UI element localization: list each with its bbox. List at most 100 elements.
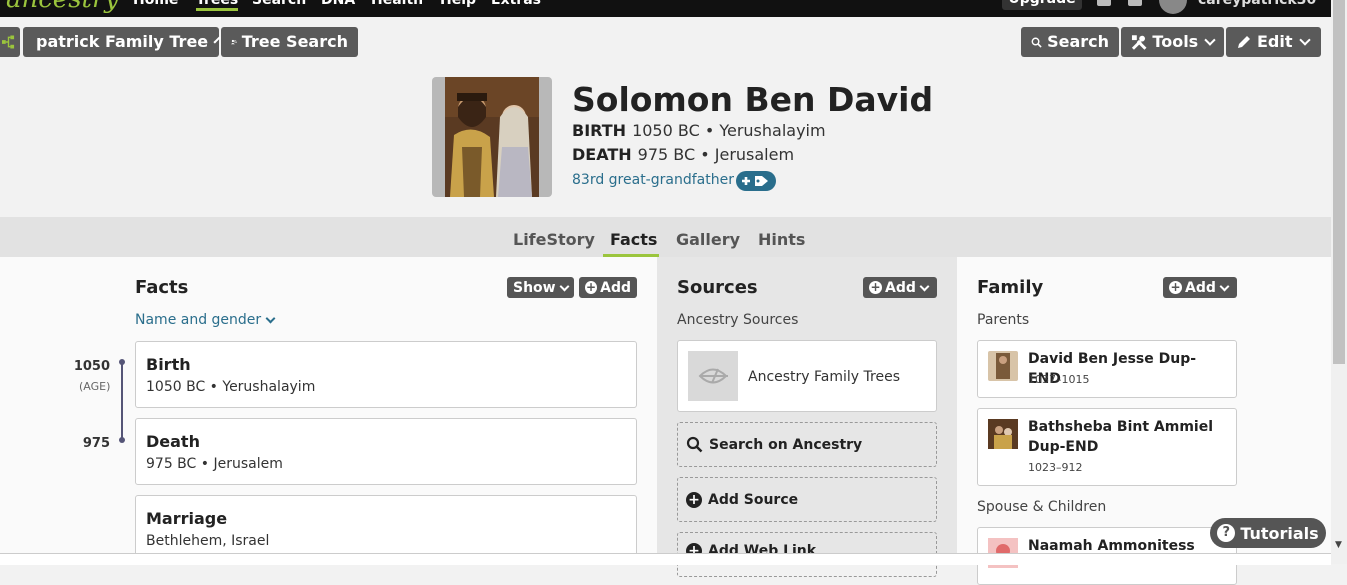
parent-name: Bathsheba Bint Ammiel Dup-END [1028, 419, 1214, 455]
messages-icon[interactable] [1097, 0, 1111, 6]
fact-title: Death [146, 432, 200, 451]
tab-hints[interactable]: Hints [758, 230, 805, 249]
fact-card-death[interactable]: Death 975 BC • Jerusalem [135, 418, 637, 485]
fact-detail: Bethlehem, Israel [146, 533, 270, 549]
nav-help[interactable]: Help [440, 0, 476, 8]
death-label: DEATH [572, 145, 632, 164]
bottom-bar [0, 553, 1331, 565]
parents-heading: Parents [977, 312, 1030, 328]
tools-dropdown[interactable]: Tools [1121, 27, 1224, 57]
parent-card-mother[interactable]: Bathsheba Bint Ammiel Dup-END 1023–912 [977, 408, 1237, 486]
add-fact-button[interactable]: + Add [579, 277, 637, 298]
source-card[interactable]: Ancestry Family Trees [677, 340, 937, 412]
add-source-button[interactable]: + Add Source [677, 477, 937, 522]
add-family-dropdown[interactable]: + Add [1163, 277, 1237, 298]
person-thumbnail [988, 419, 1018, 449]
add-label: Add [885, 279, 916, 296]
birth-summary: BIRTH 1050 BC • Yerushalayim [572, 121, 826, 140]
tutorials-button[interactable]: ? Tutorials [1210, 518, 1326, 548]
person-search-icon [231, 39, 237, 45]
tab-gallery[interactable]: Gallery [676, 230, 740, 249]
timeline-age-label: (AGE) [79, 380, 111, 393]
scroll-down-arrow-icon[interactable]: ▼ [1335, 540, 1342, 550]
fact-card-marriage[interactable]: Marriage Bethlehem, Israel [135, 495, 637, 562]
fact-detail: 1050 BC • Yerushalayim [146, 379, 316, 395]
tutorials-label: Tutorials [1240, 523, 1319, 543]
parent-card-father[interactable]: David Ben Jesse Dup-END 1037–1015 [977, 340, 1237, 398]
nav-home[interactable]: Home [133, 0, 178, 8]
parent-dates: 1023–912 [1028, 461, 1083, 474]
tree-search-label: Tree Search [241, 32, 348, 51]
fact-title: Birth [146, 355, 191, 374]
nav-health[interactable]: Health [371, 0, 423, 8]
relationship-badge[interactable] [736, 171, 776, 191]
add-source-dropdown[interactable]: + Add [863, 277, 937, 298]
upgrade-button[interactable]: Upgrade [1002, 0, 1082, 10]
add-label: Add [1185, 279, 1216, 296]
top-navigation-bar: ancestry Home Trees Search DNA Health He… [0, 0, 1331, 17]
ancestry-logo[interactable]: ancestry [6, 0, 119, 14]
chevron-down-icon [1204, 34, 1216, 46]
tools-label: Tools [1152, 32, 1199, 51]
tree-view-button[interactable] [0, 27, 20, 57]
plus-circle-icon: + [686, 491, 702, 508]
fact-card-birth[interactable]: Birth 1050 BC • Yerushalayim [135, 341, 637, 408]
timeline-dot-death [119, 437, 125, 443]
chevron-down-icon [265, 313, 276, 323]
search-on-ancestry-label: Search on Ancestry [709, 436, 863, 453]
nav-extras[interactable]: Extras [491, 0, 541, 8]
lifespan-timeline [121, 362, 123, 440]
family-tree-label: patrick Family Tree [36, 32, 209, 51]
plus-circle-icon: + [1169, 280, 1182, 294]
vertical-scrollbar[interactable]: ▼ [1331, 0, 1347, 564]
profile-tabs: LifeStory Facts Gallery Hints [0, 217, 1331, 257]
name-and-gender-label: Name and gender [135, 312, 262, 328]
chevron-down-icon [1219, 281, 1230, 291]
profile-photo[interactable] [432, 77, 552, 197]
search-on-ancestry-button[interactable]: Search on Ancestry [677, 422, 937, 467]
timeline-birth-year: 1050 [73, 359, 110, 374]
help-icon: ? [1217, 524, 1236, 542]
birth-value: 1050 BC • Yerushalayim [632, 121, 826, 140]
username[interactable]: careypatrick30 [1198, 0, 1316, 8]
show-label: Show [513, 279, 556, 296]
fact-detail: 975 BC • Jerusalem [146, 456, 283, 472]
add-label: Add [600, 279, 631, 296]
chevron-down-icon [919, 281, 930, 291]
chevron-down-icon [213, 36, 221, 44]
notifications-icon[interactable] [1128, 0, 1142, 6]
nav-trees[interactable]: Trees [196, 0, 239, 11]
add-source-label: Add Source [708, 491, 799, 508]
death-summary: DEATH 975 BC • Jerusalem [572, 145, 794, 164]
spouse-children-heading: Spouse & Children [977, 499, 1107, 515]
edit-label: Edit [1257, 32, 1293, 51]
parent-dates: 1037–1015 [1028, 373, 1090, 386]
plus-circle-icon: + [869, 280, 882, 294]
tree-search-button[interactable]: Tree Search [221, 27, 358, 57]
tab-lifestory[interactable]: LifeStory [513, 230, 595, 249]
show-dropdown[interactable]: Show [507, 277, 574, 298]
user-avatar[interactable] [1159, 0, 1187, 14]
tree-view-icon [2, 35, 15, 49]
family-tree-dropdown[interactable]: patrick Family Tree [23, 27, 221, 57]
search-icon [1031, 37, 1042, 48]
scrollbar-thumb[interactable] [1333, 0, 1345, 364]
plus-circle-icon: + [585, 280, 598, 294]
pencil-icon [1238, 36, 1250, 48]
nav-dna[interactable]: DNA [321, 0, 355, 8]
chevron-down-icon [1298, 34, 1311, 46]
relationship-link[interactable]: 83rd great-grandfather [572, 172, 734, 188]
edit-dropdown[interactable]: Edit [1226, 27, 1321, 57]
name-and-gender-link[interactable]: Name and gender [135, 312, 276, 328]
death-value: 975 BC • Jerusalem [637, 145, 795, 164]
ancestry-sources-heading: Ancestry Sources [677, 312, 799, 328]
nav-search[interactable]: Search [252, 0, 306, 8]
search-button[interactable]: Search [1021, 27, 1119, 57]
person-name: Solomon Ben David [572, 80, 934, 119]
birth-label: BIRTH [572, 121, 627, 140]
tab-facts[interactable]: Facts [610, 230, 657, 249]
timeline-death-year: 975 [82, 436, 110, 451]
chevron-down-icon [559, 281, 570, 291]
search-icon [686, 436, 703, 453]
leaf-icon [688, 351, 738, 401]
